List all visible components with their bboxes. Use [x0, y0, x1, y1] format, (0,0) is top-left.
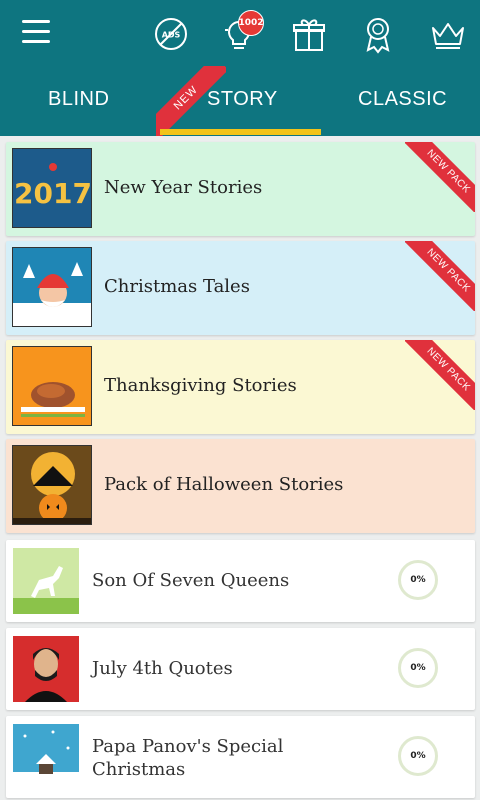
pack-card-new-year[interactable]: 2017 New Year Stories NEW PACK: [6, 142, 475, 236]
tab-blind[interactable]: BLIND: [48, 88, 109, 111]
pack-title: New Year Stories: [104, 177, 263, 198]
svg-text:2017: 2017: [14, 177, 92, 210]
story-progress: 0%: [398, 648, 438, 688]
pack-card-christmas[interactable]: Christmas Tales NEW PACK: [6, 241, 475, 335]
winter-village-thumbnail: [13, 724, 79, 790]
story-progress: 0%: [398, 560, 438, 600]
story-progress: 0%: [398, 736, 438, 776]
new-pack-ribbon: NEW PACK: [405, 142, 475, 212]
tab-indicator: [160, 129, 321, 135]
pumpkin-thumbnail: [12, 445, 92, 525]
hint-count-badge: 1002: [238, 10, 264, 36]
award-icon[interactable]: [360, 14, 396, 54]
story-item-papa-panov[interactable]: Papa Panov's Special Christmas 0%: [6, 716, 475, 798]
gift-icon[interactable]: [291, 14, 327, 54]
new-pack-ribbon: NEW PACK: [405, 241, 475, 311]
pack-title: Christmas Tales: [104, 276, 250, 297]
pack-title: Thanksgiving Stories: [104, 375, 297, 396]
svg-text:ADS: ADS: [162, 31, 181, 40]
menu-icon[interactable]: [22, 20, 50, 46]
pack-title: Pack of Halloween Stories: [104, 474, 344, 495]
tab-classic[interactable]: CLASSIC: [358, 88, 447, 111]
story-title: Son Of Seven Queens: [92, 570, 290, 591]
pack-card-halloween[interactable]: Pack of Halloween Stories: [6, 439, 475, 533]
story-item-july-4th-quotes[interactable]: July 4th Quotes 0%: [6, 628, 475, 710]
story-title: July 4th Quotes: [92, 658, 233, 679]
new-ribbon: NEW: [156, 66, 226, 136]
deer-thumbnail: [13, 548, 79, 614]
new-pack-ribbon: NEW PACK: [405, 340, 475, 410]
lincoln-thumbnail: [13, 636, 79, 702]
crown-icon[interactable]: [428, 14, 468, 54]
new-year-thumbnail: 2017: [12, 148, 92, 228]
app-header: ADS 1002 BLIND STORY CLASSIC NEW: [0, 0, 480, 136]
pack-card-thanksgiving[interactable]: Thanksgiving Stories NEW PACK: [6, 340, 475, 434]
story-item-son-of-seven-queens[interactable]: Son Of Seven Queens 0%: [6, 540, 475, 622]
no-ads-icon[interactable]: ADS: [153, 14, 189, 54]
turkey-thumbnail: [12, 346, 92, 426]
story-title: Papa Panov's Special Christmas: [92, 736, 284, 780]
santa-thumbnail: [12, 247, 92, 327]
